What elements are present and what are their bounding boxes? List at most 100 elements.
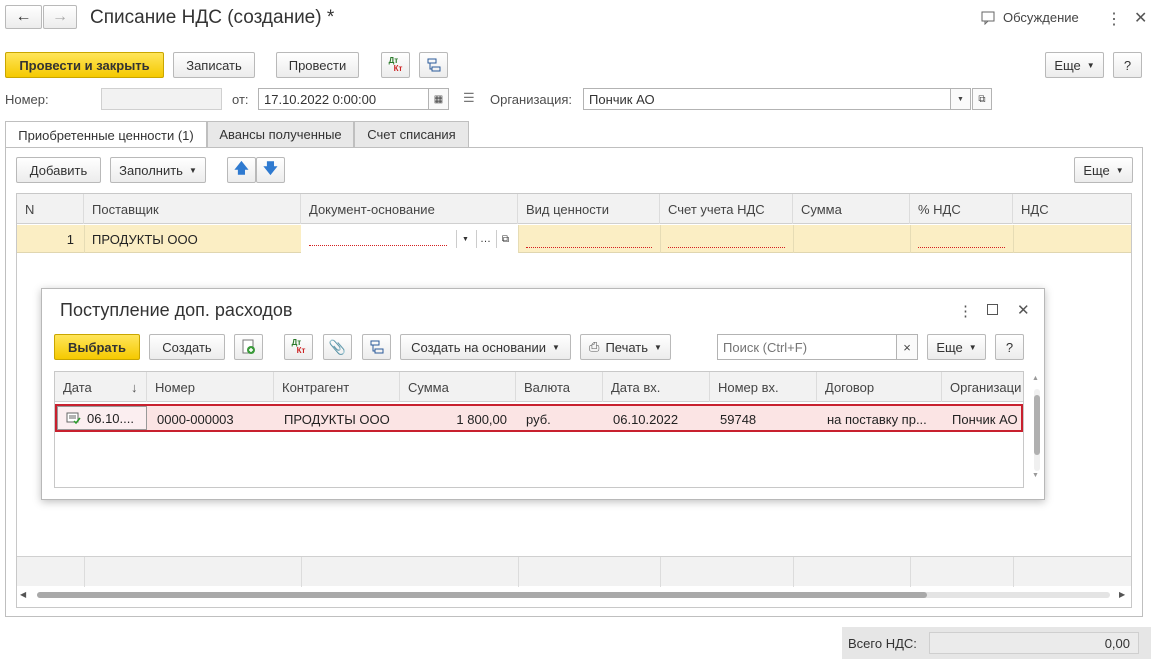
- vertical-scrollbar[interactable]: [1034, 389, 1040, 471]
- number-cell[interactable]: 0000-000003: [149, 406, 276, 432]
- column-header[interactable]: Контрагент: [274, 372, 400, 402]
- column-header[interactable]: Номер: [147, 372, 274, 402]
- select-button[interactable]: Выбрать: [54, 334, 140, 360]
- print-button[interactable]: ⎙ Печать ▼: [580, 334, 671, 360]
- column-header[interactable]: Счет учета НДС: [660, 194, 793, 224]
- scrollbar-thumb[interactable]: [37, 592, 927, 598]
- copy-button[interactable]: [234, 334, 263, 360]
- create-button[interactable]: Создать: [149, 334, 225, 360]
- incoming-number-cell[interactable]: 59748: [712, 406, 819, 432]
- column-header[interactable]: Дата вх.: [603, 372, 710, 402]
- arrow-down-icon: 🡇: [263, 160, 278, 176]
- column-header[interactable]: Валюта: [516, 372, 603, 402]
- move-down-button[interactable]: 🡇: [256, 157, 285, 183]
- incoming-date-cell[interactable]: 06.10.2022: [605, 406, 712, 432]
- selection-dialog: Поступление доп. расходов ⋮ ✕ Выбрать Со…: [41, 288, 1045, 500]
- column-header[interactable]: Сумма: [400, 372, 516, 402]
- organization-field[interactable]: Пончик АО: [583, 88, 951, 110]
- dialog-help-button[interactable]: ?: [995, 334, 1024, 360]
- more-button[interactable]: Еще ▼: [1045, 52, 1104, 78]
- column-header[interactable]: Сумма: [793, 194, 910, 224]
- date-field[interactable]: 17.10.2022 0:00:00: [258, 88, 429, 110]
- maximize-icon[interactable]: [987, 304, 998, 315]
- column-header[interactable]: Дата ↓: [55, 372, 147, 402]
- attach-button[interactable]: 📎: [323, 334, 352, 360]
- table-row[interactable]: 06.10.... 0000-000003 ПРОДУКТЫ ООО 1 800…: [55, 404, 1023, 432]
- date-cell[interactable]: 06.10....: [57, 406, 147, 430]
- caret-down-icon: ▼: [551, 342, 560, 352]
- fill-button[interactable]: Заполнить ▼: [110, 157, 206, 183]
- discussion-button[interactable]: Обсуждение: [981, 10, 1079, 25]
- tab-write-off-account[interactable]: Счет списания: [354, 121, 469, 147]
- more-menu-icon[interactable]: ⋮: [1106, 9, 1122, 29]
- contract-cell[interactable]: на поставку пр...: [819, 406, 944, 432]
- post-and-close-button[interactable]: Провести и закрыть: [5, 52, 164, 78]
- dtkt-icon: Дт Кт: [291, 338, 306, 355]
- footer-divider: [301, 557, 302, 587]
- create-based-on-button[interactable]: Создать на основании ▼: [400, 334, 571, 360]
- column-header[interactable]: Поставщик: [84, 194, 301, 224]
- table-more-button[interactable]: Еще ▼: [1074, 157, 1133, 183]
- scroll-down-arrow[interactable]: ▼: [1032, 472, 1039, 479]
- help-button[interactable]: ?: [1113, 52, 1142, 78]
- add-button[interactable]: Добавить: [16, 157, 101, 183]
- dtkt-button[interactable]: Дт Кт: [284, 334, 313, 360]
- scroll-left-arrow[interactable]: ◀: [20, 590, 26, 599]
- close-icon[interactable]: ✕: [1134, 8, 1147, 28]
- column-header[interactable]: Документ-основание: [301, 194, 518, 224]
- number-field[interactable]: [101, 88, 222, 110]
- currency-cell[interactable]: руб.: [518, 406, 605, 432]
- document-select-button[interactable]: …: [476, 230, 494, 248]
- document-open-button[interactable]: ⧉: [496, 230, 514, 248]
- counterparty-cell[interactable]: ПРОДУКТЫ ООО: [276, 406, 402, 432]
- required-underline: [309, 245, 447, 246]
- row-divider: [518, 225, 519, 253]
- sum-cell[interactable]: 1 800,00: [402, 406, 512, 432]
- caret-down-icon: ▼: [188, 165, 197, 175]
- organization-open-button[interactable]: ⧉: [972, 88, 992, 110]
- back-button[interactable]: ←: [5, 5, 42, 29]
- calendar-button[interactable]: ▦: [428, 88, 449, 110]
- scroll-right-arrow[interactable]: ▶: [1119, 590, 1125, 599]
- footer-divider: [1013, 557, 1014, 587]
- structure-button[interactable]: [362, 334, 391, 360]
- supplier-cell[interactable]: ПРОДУКТЫ ООО: [84, 225, 301, 253]
- dtkt-button[interactable]: Дт Кт: [381, 52, 410, 78]
- column-header[interactable]: N: [17, 194, 84, 224]
- caret-down-icon: ▼: [957, 95, 964, 103]
- document-dropdown-button[interactable]: ▼: [456, 230, 474, 248]
- scrollbar-thumb[interactable]: [1034, 395, 1040, 455]
- chat-icon: [981, 11, 995, 25]
- search-input[interactable]: [717, 334, 897, 360]
- move-up-button[interactable]: 🡅: [227, 157, 256, 183]
- organization-dropdown-button[interactable]: ▼: [950, 88, 971, 110]
- document-basis-input[interactable]: ▼ … ⧉: [301, 225, 518, 253]
- row-divider: [910, 225, 911, 253]
- row-number: 1: [66, 231, 74, 247]
- column-header[interactable]: Организаци: [942, 372, 1023, 402]
- list-icon[interactable]: ☰: [463, 90, 475, 106]
- tab-advances-received[interactable]: Авансы полученные: [207, 121, 354, 147]
- structure-icon: [427, 58, 440, 72]
- close-icon[interactable]: ✕: [1017, 301, 1030, 319]
- structure-button[interactable]: [419, 52, 448, 78]
- scroll-up-arrow[interactable]: ▲: [1032, 375, 1039, 382]
- post-button[interactable]: Провести: [276, 52, 359, 78]
- column-header[interactable]: % НДС: [910, 194, 1013, 224]
- forward-button[interactable]: →: [43, 5, 77, 29]
- column-header[interactable]: Номер вх.: [710, 372, 817, 402]
- column-header[interactable]: Вид ценности: [518, 194, 660, 224]
- organization-cell[interactable]: Пончик АО: [944, 406, 1023, 432]
- column-header[interactable]: Договор: [817, 372, 942, 402]
- column-header[interactable]: НДС: [1013, 194, 1131, 224]
- horizontal-scrollbar[interactable]: [37, 592, 1110, 598]
- clear-search-button[interactable]: ×: [896, 334, 918, 360]
- write-button[interactable]: Записать: [173, 52, 255, 78]
- row-divider: [660, 225, 661, 253]
- row-divider: [84, 225, 85, 253]
- footer-divider: [518, 557, 519, 587]
- dialog-more-button[interactable]: Еще ▼: [927, 334, 986, 360]
- tab-acquired-values[interactable]: Приобретенные ценности (1): [5, 121, 207, 148]
- more-menu-icon[interactable]: ⋮: [958, 302, 973, 320]
- table-row[interactable]: 1 ПРОДУКТЫ ООО ▼ … ⧉: [17, 225, 1131, 253]
